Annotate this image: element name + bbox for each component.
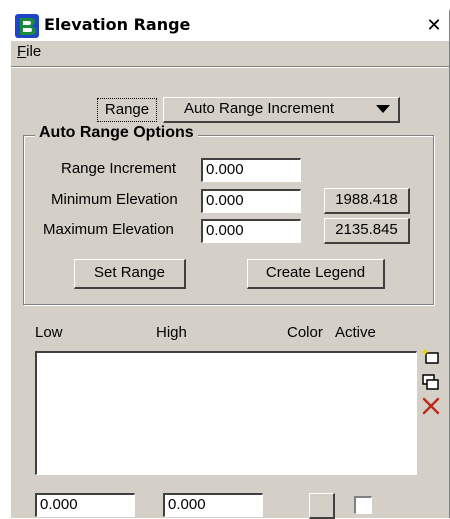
- column-header-high: High: [156, 324, 187, 341]
- high-value-input[interactable]: 0.000: [163, 493, 263, 517]
- close-button[interactable]: ✕: [423, 15, 445, 37]
- minimum-elevation-button[interactable]: 1988.418: [324, 188, 410, 214]
- menu-separator: [11, 66, 449, 68]
- create-legend-button[interactable]: Create Legend: [247, 259, 385, 289]
- range-mode-value: Auto Range Increment: [184, 100, 335, 117]
- title-bar[interactable]: Elevation Range ✕: [11, 11, 449, 41]
- bentley-b-logo-icon: [15, 14, 39, 38]
- column-header-color: Color: [287, 324, 323, 341]
- active-checkbox[interactable]: [354, 496, 372, 514]
- maximum-elevation-input[interactable]: 0.000: [201, 219, 301, 243]
- copy-row-icon[interactable]: [421, 372, 441, 392]
- range-increment-label: Range Increment: [61, 160, 177, 177]
- range-mode-select[interactable]: Auto Range Increment: [163, 97, 400, 123]
- menu-bar: File: [11, 41, 449, 65]
- column-header-low: Low: [35, 324, 63, 341]
- range-label: Range: [97, 98, 157, 122]
- add-row-icon[interactable]: [421, 347, 441, 367]
- delete-row-icon[interactable]: [421, 396, 441, 416]
- elevation-range-list[interactable]: [35, 351, 417, 475]
- minimum-elevation-input[interactable]: 0.000: [201, 189, 301, 213]
- auto-range-options-title: Auto Range Options: [35, 124, 198, 142]
- low-value-input[interactable]: 0.000: [35, 493, 135, 517]
- color-picker-button[interactable]: [309, 493, 335, 519]
- maximum-elevation-label: Maximum Elevation: [43, 221, 174, 238]
- menu-file-label-rest: ile: [26, 43, 42, 60]
- range-increment-input[interactable]: 0.000: [201, 158, 301, 182]
- elevation-range-dialog: Elevation Range ✕ File Range Auto Range …: [9, 9, 450, 519]
- window-title: Elevation Range: [44, 15, 191, 34]
- set-range-button[interactable]: Set Range: [74, 259, 186, 289]
- minimum-elevation-label: Minimum Elevation: [51, 191, 178, 208]
- menu-file[interactable]: File: [17, 43, 41, 60]
- column-header-active: Active: [335, 324, 376, 341]
- dropdown-arrow-icon[interactable]: [376, 105, 390, 113]
- maximum-elevation-button[interactable]: 2135.845: [324, 218, 410, 244]
- menu-file-mnemonic: F: [17, 43, 27, 60]
